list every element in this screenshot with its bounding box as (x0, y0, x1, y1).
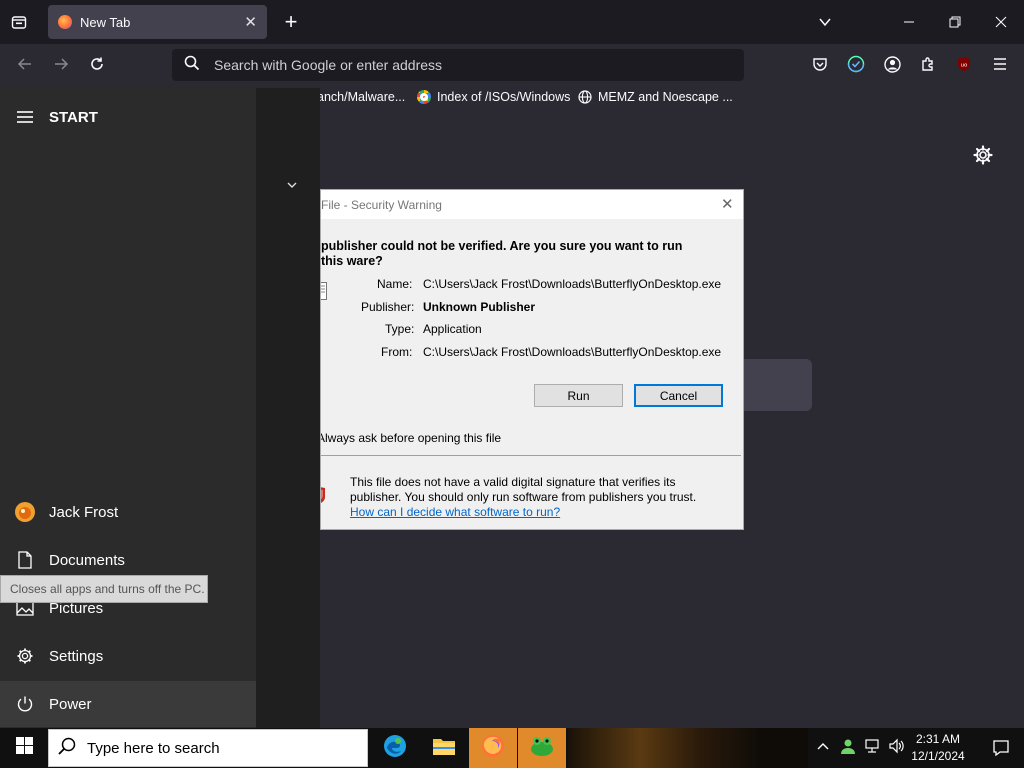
firefox-icon (58, 15, 72, 29)
network-icon[interactable] (864, 738, 880, 759)
power-label: Power (49, 695, 92, 713)
power-tooltip: Closes all apps and turns off the PC. (0, 575, 208, 603)
chevron-down-icon[interactable] (815, 12, 835, 32)
gear-icon[interactable] (972, 144, 994, 166)
wallpaper-strip (568, 728, 808, 768)
tab-new-tab[interactable]: New Tab ✕ (48, 5, 267, 39)
taskbar-search-box[interactable]: Type here to search (48, 729, 368, 767)
search-icon (184, 55, 200, 76)
document-icon (14, 549, 36, 571)
search-icon (57, 736, 77, 761)
publisher-label: Publisher: (361, 300, 415, 314)
chevron-up-icon[interactable] (816, 739, 830, 758)
svg-text:uo: uo (961, 63, 968, 69)
documents-label: Documents (49, 551, 125, 569)
url-placeholder: Search with Google or enter address (214, 57, 443, 73)
volume-icon[interactable] (888, 738, 904, 759)
name-label: Name: (377, 277, 413, 291)
help-link[interactable]: How can I decide what software to run? (350, 505, 560, 519)
google-icon (417, 90, 431, 104)
from-value: C:\Users\Jack Frost\Downloads\ButterflyO… (423, 345, 722, 359)
bookmark-item[interactable]: anch/Malware... (317, 90, 405, 104)
power-icon (14, 693, 36, 715)
vpn-check-icon[interactable] (845, 54, 867, 74)
type-label: Type: (385, 322, 415, 336)
extensions-icon[interactable] (917, 54, 939, 74)
dialog-title: File - Security Warning (321, 198, 442, 212)
type-value: Application (423, 322, 482, 336)
dialog-titlebar: File - Security Warning ✕ (321, 190, 743, 219)
taskbar-edge[interactable] (371, 728, 419, 768)
url-bar[interactable]: Search with Google or enter address (172, 49, 744, 81)
user-account-item[interactable]: Jack Frost (0, 489, 256, 535)
tab-bar: New Tab ✕ + (0, 0, 1024, 44)
close-tab-icon[interactable]: ✕ (244, 13, 257, 31)
clock-time: 2:31 AM (915, 732, 961, 746)
account-icon[interactable] (881, 54, 903, 74)
publisher-value: Unknown Publisher (423, 300, 536, 314)
bookmark-label: Index of /ISOs/Windows (437, 90, 571, 104)
people-icon[interactable] (840, 738, 856, 759)
taskbar: Type here to search 2:31 AM 12/1/2024 (0, 728, 1024, 768)
clock-date: 12/1/2024 (911, 749, 965, 763)
navigation-toolbar: Search with Google or enter address uo (0, 44, 1024, 85)
globe-icon (578, 90, 592, 104)
clock[interactable]: 2:31 AM 12/1/2024 (907, 731, 969, 765)
cancel-button[interactable]: Cancel (634, 384, 723, 407)
chevron-down-icon[interactable] (286, 178, 298, 196)
pocket-icon[interactable] (809, 54, 831, 74)
new-tab-icon[interactable]: + (280, 9, 302, 34)
windows-logo-icon (15, 737, 33, 759)
shield-icon (321, 484, 329, 506)
start-menu-rail (0, 88, 256, 728)
settings-label: Settings (49, 647, 104, 665)
minimize-icon[interactable] (898, 12, 920, 32)
frog-app-icon (529, 735, 555, 762)
search-placeholder: Type here to search (87, 739, 220, 757)
firefox-icon (481, 734, 505, 763)
settings-gear-icon (14, 645, 36, 667)
notification-icon[interactable] (978, 728, 1024, 768)
folder-icon (432, 736, 456, 761)
close-window-icon[interactable] (990, 12, 1012, 32)
bookmark-item[interactable]: Index of /ISOs/Windows (417, 90, 570, 104)
dialog-separator (321, 455, 741, 456)
system-tray (812, 728, 904, 768)
taskbar-firefox[interactable] (469, 728, 517, 768)
windows-start-button[interactable] (0, 728, 48, 768)
user-name: Jack Frost (49, 503, 119, 521)
run-button[interactable]: Run (534, 384, 623, 407)
start-menu-list-panel (256, 88, 320, 728)
restore-icon[interactable] (944, 12, 966, 32)
name-value: C:\Users\Jack Frost\Downloads\ButterflyO… (423, 277, 722, 291)
file-icon (321, 282, 327, 300)
reload-icon[interactable] (86, 54, 108, 74)
avatar (14, 501, 36, 523)
bookmark-item[interactable]: MEMZ and Noescape ... (578, 90, 733, 104)
search-panel-edge (744, 359, 812, 411)
settings-item[interactable]: Settings (0, 633, 256, 679)
menu-icon[interactable] (989, 54, 1011, 74)
warning-question: publisher could not be verified. Are you… (321, 239, 683, 268)
start-title: START (49, 109, 98, 126)
signature-info-text: This file does not have a valid digital … (350, 475, 697, 504)
hamburger-icon[interactable] (16, 110, 34, 129)
close-icon[interactable]: ✕ (721, 195, 734, 213)
power-item[interactable]: Power (0, 681, 256, 727)
taskbar-app-frog[interactable] (518, 728, 566, 768)
ublock-icon[interactable]: uo (953, 54, 975, 74)
forward-icon[interactable] (50, 54, 72, 74)
edge-icon (383, 734, 407, 763)
back-icon[interactable] (14, 54, 36, 74)
tab-list-icon[interactable] (8, 12, 30, 32)
security-warning-dialog: File - Security Warning ✕ publisher coul… (320, 189, 744, 530)
bookmark-label: MEMZ and Noescape ... (598, 90, 733, 104)
bookmark-label: anch/Malware... (317, 90, 406, 104)
always-ask-checkbox-label[interactable]: Always ask before opening this file (321, 431, 501, 445)
taskbar-file-explorer[interactable] (420, 728, 468, 768)
tab-title: New Tab (80, 14, 131, 30)
from-label: From: (381, 345, 413, 359)
